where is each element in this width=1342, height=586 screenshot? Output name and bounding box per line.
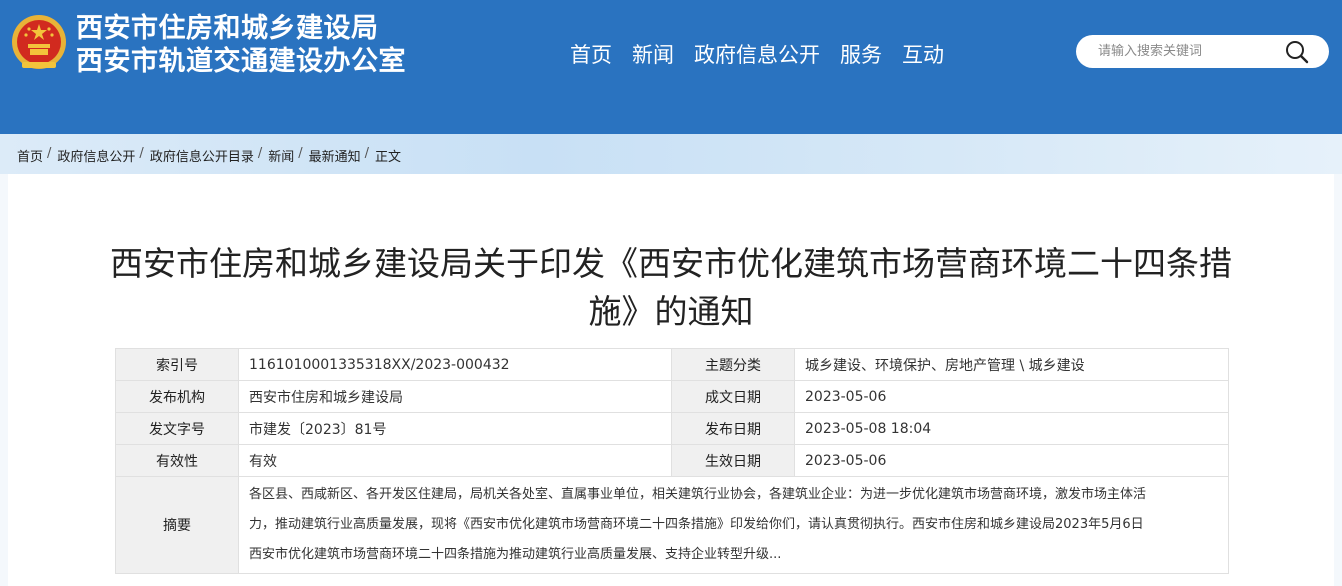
breadcrumb: 首页 / 政府信息公开 / 政府信息公开目录 / 新闻 / 最新通知 / 正文 [17, 146, 401, 165]
breadcrumb-gov-info[interactable]: 政府信息公开 [57, 146, 135, 165]
table-row: 有效性 有效 生效日期 2023-05-06 [115, 444, 1229, 477]
article-title-line1: 西安市住房和城乡建设局关于印发《西安市优化建筑市场营商环境二十四条措 [110, 244, 1232, 283]
breadcrumb-news[interactable]: 新闻 [268, 146, 294, 165]
breadcrumb-separator: / [298, 146, 303, 161]
document-meta-table: 索引号 1161010001335318XX/2023-000432 主题分类 … [115, 348, 1229, 574]
publish-date-label: 发布日期 [671, 412, 795, 445]
created-date-value: 2023-05-06 [794, 380, 1229, 413]
breadcrumb-latest-notice[interactable]: 最新通知 [309, 146, 361, 165]
article-title-line2: 施》的通知 [588, 292, 754, 331]
abstract-line: 各区县、西咸新区、各开发区住建局，局机关各处室、直属事业单位，相关建筑行业协会，… [249, 487, 1147, 502]
site-name-line2: 西安市轨道交通建设办公室 [76, 46, 406, 77]
search-input[interactable] [1098, 41, 1288, 62]
publish-date-value: 2023-05-08 18:04 [794, 412, 1229, 445]
search-icon[interactable] [1284, 39, 1310, 65]
index-label: 索引号 [115, 348, 239, 381]
site-name[interactable]: 西安市住房和城乡建设局 西安市轨道交通建设办公室 [76, 12, 406, 78]
abstract-line: 力，推动建筑行业高质量发展，现将《西安市优化建筑市场营商环境二十四条措施》印发给… [249, 517, 1144, 532]
nav-interaction[interactable]: 互动 [902, 41, 944, 69]
site-name-line1: 西安市住房和城乡建设局 [76, 13, 379, 44]
breadcrumb-separator: / [139, 146, 144, 161]
table-row: 索引号 1161010001335318XX/2023-000432 主题分类 … [115, 348, 1229, 381]
validity-value: 有效 [238, 444, 672, 477]
category-label: 主题分类 [671, 348, 795, 381]
abstract-label: 摘要 [115, 476, 239, 574]
table-row: 发文字号 市建发〔2023〕81号 发布日期 2023-05-08 18:04 [115, 412, 1229, 445]
article-title: 西安市住房和城乡建设局关于印发《西安市优化建筑市场营商环境二十四条措 施》的通知 [0, 240, 1342, 336]
breadcrumb-home[interactable]: 首页 [17, 146, 43, 165]
effective-date-value: 2023-05-06 [794, 444, 1229, 477]
publisher-value: 西安市住房和城乡建设局 [238, 380, 672, 413]
nav-home[interactable]: 首页 [570, 41, 612, 69]
nav-services[interactable]: 服务 [840, 41, 882, 69]
effective-date-label: 生效日期 [671, 444, 795, 477]
doc-number-value: 市建发〔2023〕81号 [238, 412, 672, 445]
created-date-label: 成文日期 [671, 380, 795, 413]
breadcrumb-gov-info-catalog[interactable]: 政府信息公开目录 [150, 146, 254, 165]
breadcrumb-separator: / [47, 146, 52, 161]
national-emblem-icon [12, 15, 66, 69]
main-nav: 首页 新闻 政府信息公开 服务 互动 [570, 41, 964, 69]
breadcrumb-separator: / [364, 146, 370, 161]
breadcrumb-current: 正文 [375, 150, 402, 165]
index-value: 1161010001335318XX/2023-000432 [238, 348, 672, 381]
validity-label: 有效性 [115, 444, 239, 477]
doc-number-label: 发文字号 [115, 412, 239, 445]
abstract-value: 各区县、西咸新区、各开发区住建局，局机关各处室、直属事业单位，相关建筑行业协会，… [238, 476, 1229, 574]
nav-news[interactable]: 新闻 [632, 41, 674, 69]
table-row: 摘要 各区县、西咸新区、各开发区住建局，局机关各处室、直属事业单位，相关建筑行业… [115, 476, 1229, 574]
category-value: 城乡建设、环境保护、房地产管理 \ 城乡建设 [794, 348, 1229, 381]
nav-gov-info[interactable]: 政府信息公开 [694, 41, 820, 69]
breadcrumb-separator: / [257, 146, 263, 161]
table-row: 发布机构 西安市住房和城乡建设局 成文日期 2023-05-06 [115, 380, 1229, 413]
publisher-label: 发布机构 [115, 380, 239, 413]
abstract-line: 西安市优化建筑市场营商环境二十四条措施为推动建筑行业高质量发展、支持企业转型升级… [249, 547, 782, 562]
